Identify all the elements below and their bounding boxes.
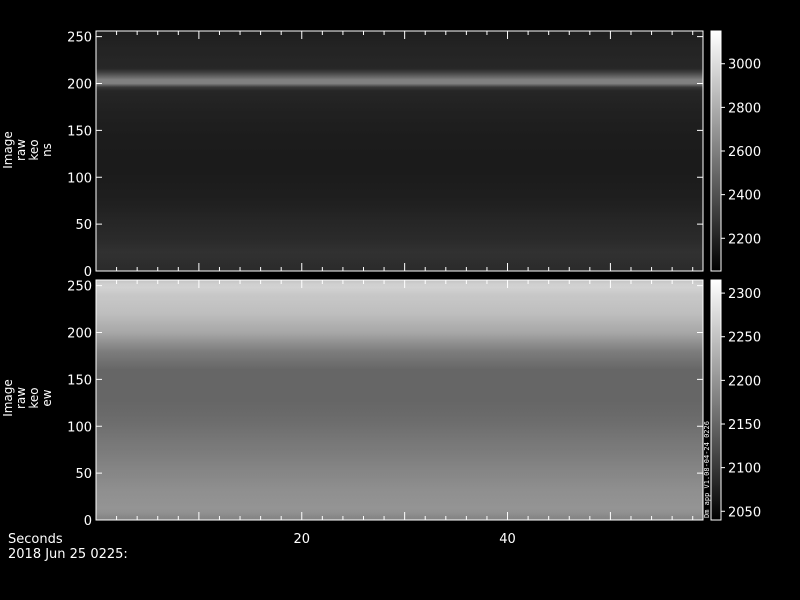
- x-axis-label: Seconds: [8, 532, 63, 547]
- y-tick-label: 150: [67, 124, 92, 139]
- y-tick-label: 0: [84, 265, 92, 280]
- ylabel-line: raw: [14, 387, 28, 409]
- shared-x-tick-labels: 20 40: [293, 532, 515, 547]
- x-tick-label: 20: [293, 532, 310, 547]
- y-tick-label: 50: [75, 467, 92, 482]
- colorbar-tick-label: 2200: [728, 232, 761, 247]
- y-tick-label: 100: [67, 171, 92, 186]
- y-tick-label: 0: [84, 514, 92, 529]
- colorbar-tick-label: 2300: [728, 287, 761, 302]
- panel-ew-heatmap: [96, 280, 703, 520]
- x-tick-label: 40: [499, 532, 516, 547]
- ylabel-line: keo: [27, 139, 41, 160]
- date-label: 2018 Jun 25 0225:: [8, 547, 128, 562]
- colorbar: [710, 30, 722, 272]
- panel-ew: 0 50 100 150 200 250 2050 2100 2150 2200 2250 2300…: [1, 279, 761, 529]
- colorbar-tick-label: 2800: [728, 101, 761, 116]
- panel-ns-colorbar-ticks: 2200 2400 2600 2800 3000: [721, 58, 761, 247]
- y-tick-label: 150: [67, 373, 92, 388]
- panel-ew-colorbar: [710, 279, 722, 521]
- panel-ew-ylabel: Imagerawkeoew: [1, 379, 54, 417]
- figure: 050100150200250 22002400260028003000 Ima…: [1, 30, 761, 562]
- y-tick-label: 200: [67, 78, 92, 93]
- panel-ew-colorbar-ticks: 2050 2100 2150 2200 2250 2300: [721, 287, 761, 520]
- panel-ns: 0 50 100 150 200 250 2200 2400 2600 2800 3000 Ima…: [1, 30, 761, 280]
- heatmap-image: [96, 280, 703, 520]
- panel-ns-colorbar: [710, 30, 722, 272]
- ylabel-line: keo: [27, 387, 41, 408]
- y-tick-label: 50: [75, 218, 92, 233]
- colorbar-tick-label: 2600: [728, 145, 761, 160]
- colorbar-tick-label: 3000: [728, 58, 761, 73]
- ylabel-line: ew: [40, 389, 54, 406]
- y-tick-label: 200: [67, 327, 92, 342]
- colorbar-tick-label: 2400: [728, 189, 761, 204]
- ylabel-line: Image: [1, 131, 15, 169]
- side-annotation: Dm_app_V1.08-04-24_0226: [703, 421, 711, 518]
- colorbar-tick-label: 2050: [728, 505, 761, 520]
- y-tick-label: 250: [67, 280, 92, 295]
- ylabel-line: ns: [40, 143, 54, 157]
- colorbar-tick-label: 2200: [728, 374, 761, 389]
- heatmap-image: [96, 31, 703, 271]
- y-tick-label: 100: [67, 420, 92, 435]
- colorbar: [710, 279, 722, 521]
- colorbar-tick-label: 2100: [728, 462, 761, 477]
- colorbar-tick-label: 2250: [728, 331, 761, 346]
- panel-ns-ylabel: Imagerawkeons: [1, 131, 54, 169]
- y-tick-label: 250: [67, 31, 92, 46]
- ylabel-line: Image: [1, 379, 15, 417]
- ylabel-line: raw: [14, 139, 28, 161]
- colorbar-tick-label: 2150: [728, 418, 761, 433]
- panel-ns-heatmap: [96, 31, 703, 271]
